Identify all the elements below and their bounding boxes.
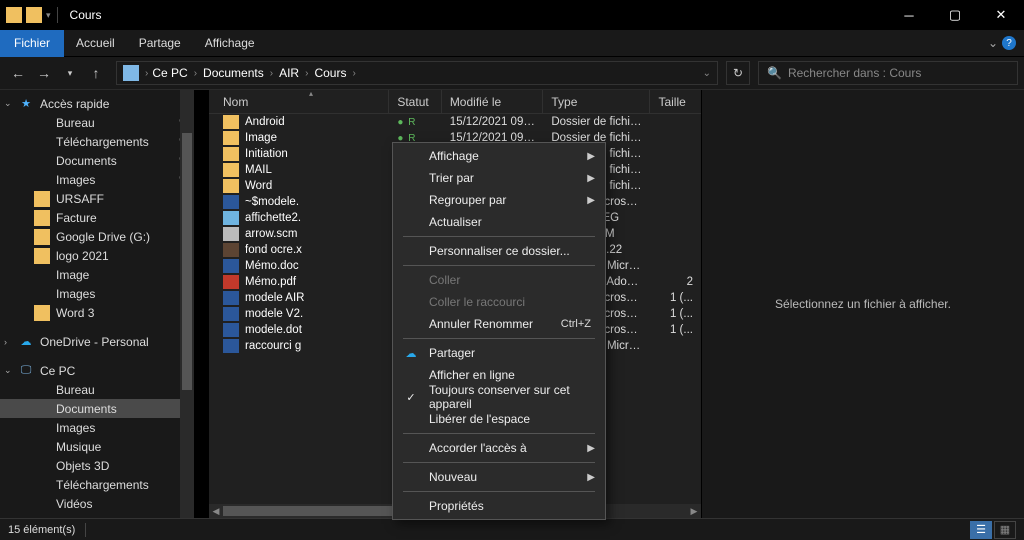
- tab-accueil[interactable]: Accueil: [64, 30, 127, 57]
- menu-item[interactable]: ✓Toujours conserver sur cet appareil: [393, 386, 605, 408]
- up-button[interactable]: ↑: [84, 61, 108, 85]
- menu-item[interactable]: Libérer de l'espace: [393, 408, 605, 430]
- forward-button[interactable]: →: [32, 61, 56, 85]
- search-placeholder: Rechercher dans : Cours: [788, 66, 921, 80]
- menu-item[interactable]: Nouveau▶: [393, 466, 605, 488]
- back-button[interactable]: ←: [6, 61, 30, 85]
- nav-quick-item[interactable]: Téléchargements⚲: [0, 132, 194, 151]
- col-type[interactable]: Type: [543, 90, 650, 113]
- history-dropdown-icon[interactable]: ▾: [58, 61, 82, 85]
- col-name[interactable]: Nom▴: [209, 90, 389, 113]
- status-bar: 15 élément(s) ☰ ▦: [0, 518, 1024, 540]
- refresh-button[interactable]: ↻: [726, 61, 750, 85]
- qat-icon: [26, 7, 42, 23]
- ribbon-tabs: Fichier Accueil Partage Affichage ⌄ ?: [0, 30, 1024, 57]
- menu-item[interactable]: Trier par▶: [393, 167, 605, 189]
- preview-pane: Sélectionnez un fichier à afficher.: [701, 90, 1024, 518]
- tab-affichage[interactable]: Affichage: [193, 30, 267, 57]
- nav-pc-item[interactable]: Objets 3D: [0, 456, 194, 475]
- close-button[interactable]: ✕: [978, 0, 1024, 30]
- app-icon: [6, 7, 22, 23]
- nav-pc-item[interactable]: Téléchargements: [0, 475, 194, 494]
- window-title: Cours: [70, 8, 102, 22]
- qat-dropdown-icon[interactable]: ▾: [46, 10, 51, 21]
- collapse-ribbon-icon[interactable]: ⌄: [988, 36, 998, 50]
- menu-item[interactable]: Regrouper par▶: [393, 189, 605, 211]
- nav-quick-item[interactable]: Google Drive (G:): [0, 227, 194, 246]
- nav-quick-item[interactable]: Images⚲: [0, 170, 194, 189]
- nav-pc-item[interactable]: Documents: [0, 399, 194, 418]
- nav-quick-item[interactable]: Bureau⚲: [0, 113, 194, 132]
- column-headers: Nom▴ Statut Modifié le Type Taille: [209, 90, 701, 114]
- breadcrumb[interactable]: › Ce PC› Documents› AIR› Cours› ⌄: [116, 61, 718, 85]
- file-row[interactable]: Android● R15/12/2021 09:27Dossier de fic…: [209, 114, 701, 130]
- help-icon[interactable]: ?: [1002, 36, 1016, 50]
- nav-this-pc[interactable]: ⌄🖵Ce PC: [0, 361, 194, 380]
- search-box[interactable]: 🔍 Rechercher dans : Cours: [758, 61, 1018, 85]
- nav-quick-item[interactable]: Documents⚲: [0, 151, 194, 170]
- file-tab[interactable]: Fichier: [0, 30, 64, 57]
- menu-item[interactable]: Personnaliser ce dossier...: [393, 240, 605, 262]
- nav-quick-item[interactable]: Images: [0, 284, 194, 303]
- tab-partage[interactable]: Partage: [127, 30, 193, 57]
- nav-quick-item[interactable]: Image: [0, 265, 194, 284]
- nav-quick-item[interactable]: URSAFF: [0, 189, 194, 208]
- col-modified[interactable]: Modifié le: [442, 90, 544, 113]
- crumb-2[interactable]: Documents: [203, 66, 264, 80]
- nav-scrollbar[interactable]: [180, 90, 194, 518]
- nav-onedrive[interactable]: ›☁OneDrive - Personal: [0, 332, 194, 351]
- nav-pc-item[interactable]: Bureau: [0, 380, 194, 399]
- menu-item: Coller le raccourci: [393, 291, 605, 313]
- menu-item[interactable]: ☁Partager: [393, 342, 605, 364]
- navigation-pane: ⌄★Accès rapide Bureau⚲Téléchargements⚲Do…: [0, 90, 195, 518]
- search-icon: 🔍: [767, 66, 782, 80]
- nav-quick-item[interactable]: Word 3: [0, 303, 194, 322]
- crumb-3[interactable]: AIR: [279, 66, 299, 80]
- nav-pc-item[interactable]: Images: [0, 418, 194, 437]
- menu-item[interactable]: Propriétés: [393, 495, 605, 517]
- crumb-1[interactable]: Ce PC: [152, 66, 187, 80]
- nav-quick-item[interactable]: Facture: [0, 208, 194, 227]
- nav-quick-item[interactable]: logo 2021: [0, 246, 194, 265]
- menu-item[interactable]: Affichage▶: [393, 145, 605, 167]
- minimize-button[interactable]: ─: [886, 0, 932, 30]
- col-status[interactable]: Statut: [389, 90, 441, 113]
- maximize-button[interactable]: ▢: [932, 0, 978, 30]
- menu-item: Coller: [393, 269, 605, 291]
- thumbnails-view-button[interactable]: ▦: [994, 521, 1016, 539]
- details-view-button[interactable]: ☰: [970, 521, 992, 539]
- nav-bar: ← → ▾ ↑ › Ce PC› Documents› AIR› Cours› …: [0, 57, 1024, 90]
- status-text: 15 élément(s): [8, 524, 75, 536]
- col-size[interactable]: Taille: [650, 90, 701, 113]
- menu-item[interactable]: Actualiser: [393, 211, 605, 233]
- nav-pc-item[interactable]: Vidéos: [0, 494, 194, 513]
- context-menu: Affichage▶Trier par▶Regrouper par▶Actual…: [392, 142, 606, 520]
- preview-message: Sélectionnez un fichier à afficher.: [775, 297, 951, 311]
- nav-pc-item[interactable]: ›⛁Disque local (C:): [0, 513, 194, 518]
- menu-item[interactable]: Annuler RenommerCtrl+Z: [393, 313, 605, 335]
- crumb-4[interactable]: Cours: [314, 66, 346, 80]
- nav-quick-access[interactable]: ⌄★Accès rapide: [0, 94, 194, 113]
- nav-pc-item[interactable]: Musique: [0, 437, 194, 456]
- title-bar: ▾ Cours ─ ▢ ✕: [0, 0, 1024, 30]
- menu-item[interactable]: Accorder l'accès à▶: [393, 437, 605, 459]
